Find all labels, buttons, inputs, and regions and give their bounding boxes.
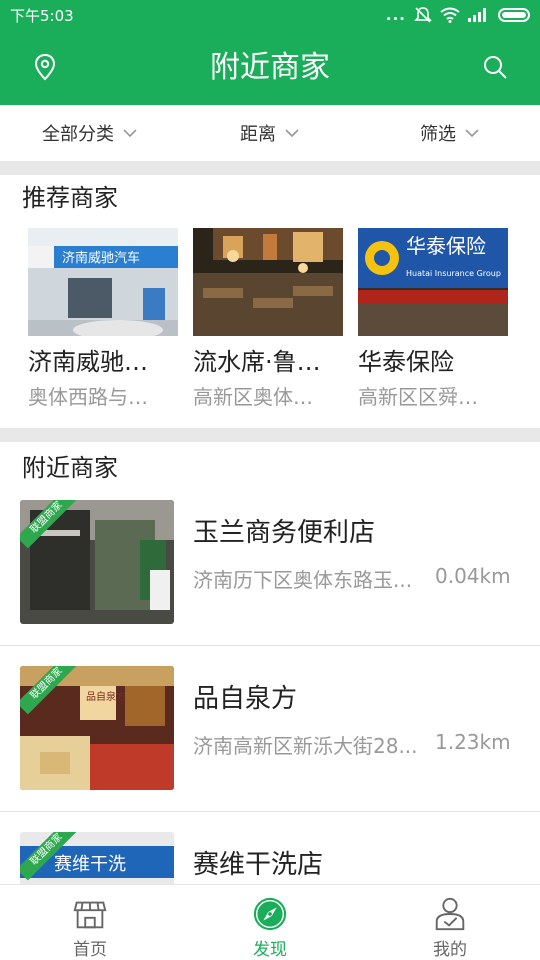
tab-label: 首页 [73, 940, 107, 960]
recommended-item[interactable]: 流水席·鲁… 高新区奥体… [193, 228, 343, 410]
merchant-photo: 华泰保险 Huatai Insurance Group [358, 228, 508, 336]
tab-bar: 首页 发现 我的 [0, 884, 540, 960]
recommended-item[interactable]: 华泰保险 Huatai Insurance Group 华泰保险 高新区区舜… [358, 228, 508, 410]
tab-label: 发现 [253, 940, 287, 960]
mute-icon [414, 7, 432, 23]
wifi-icon [440, 7, 460, 23]
chevron-down-icon [123, 129, 137, 138]
store-icon [73, 901, 107, 929]
merchant-distance: 1.23km [435, 730, 511, 754]
photo-sign-text: 济南威驰汽车 [62, 250, 140, 266]
list-item[interactable]: 品自泉方 联盟商家 品自泉方 济南高新区新泺大街28... 1.23km [0, 666, 540, 812]
status-bar: 下午5:03 ... [0, 0, 540, 30]
battery-icon [498, 8, 530, 22]
recommended-title: 推荐商家 [22, 184, 118, 212]
nearby-title: 附近商家 [22, 454, 118, 482]
profile-icon [435, 897, 465, 931]
merchant-address: 奥体西路与… [28, 385, 148, 409]
merchant-photo: 联盟商家 [20, 500, 174, 624]
list-item[interactable]: 赛维干洗 联盟商家 赛维干洗店 [0, 832, 540, 892]
photo-sign-text: 赛维干洗 [54, 854, 126, 875]
merchant-name: 华泰保险 [358, 348, 454, 376]
status-time: 下午5:03 [10, 6, 74, 25]
merchant-name: 赛维干洗店 [193, 850, 324, 880]
filter-bar: 全部分类 距离 筛选 [0, 105, 540, 161]
merchant-name: 济南威驰… [28, 348, 148, 376]
status-dots: ... [385, 6, 406, 24]
filter-label: 全部分类 [42, 124, 114, 145]
page-title: 附近商家 [210, 50, 330, 85]
merchant-photo: 赛维干洗 联盟商家 [20, 832, 174, 888]
merchant-name: 流水席·鲁… [193, 348, 321, 376]
tab-label: 我的 [433, 940, 467, 960]
status-icons: ... [386, 6, 530, 24]
filter-label: 筛选 [420, 124, 456, 145]
compass-icon [253, 897, 287, 931]
tab-profile[interactable]: 我的 [360, 885, 540, 960]
merchant-photo [193, 228, 343, 336]
merchant-address: 济南高新区新泺大街28... [193, 734, 418, 758]
merchant-address: 高新区奥体… [193, 385, 313, 409]
merchant-address: 高新区区舜… [358, 385, 478, 409]
tab-discover[interactable]: 发现 [180, 885, 360, 960]
merchant-photo: 品自泉方 联盟商家 [20, 666, 174, 790]
chevron-down-icon [285, 129, 299, 138]
merchant-name: 品自泉方 [193, 684, 298, 714]
section-divider [0, 428, 540, 442]
merchant-photo: 济南威驰汽车 [28, 228, 178, 336]
tab-home[interactable]: 首页 [0, 885, 180, 960]
merchant-distance: 0.04km [435, 564, 511, 588]
filter-category[interactable]: 全部分类 [0, 105, 180, 161]
merchant-address: 济南历下区奥体东路玉... [193, 568, 413, 592]
photo-sign-text: 华泰保险 [406, 234, 486, 258]
recommended-item[interactable]: 济南威驰汽车 济南威驰… 奥体西路与… [28, 228, 178, 410]
filter-screen[interactable]: 筛选 [360, 105, 540, 161]
chevron-down-icon [465, 129, 479, 138]
filter-label: 距离 [240, 124, 276, 145]
list-item[interactable]: 联盟商家 玉兰商务便利店 济南历下区奥体东路玉... 0.04km [0, 500, 540, 646]
photo-sign-subtext: Huatai Insurance Group [406, 269, 501, 278]
photo-sign-text: 品自泉方 [86, 690, 126, 703]
signal-icon [468, 8, 486, 22]
search-icon[interactable] [480, 52, 510, 82]
app-bar: 附近商家 [0, 30, 540, 105]
section-divider [0, 161, 540, 175]
filter-distance[interactable]: 距离 [180, 105, 360, 161]
merchant-name: 玉兰商务便利店 [193, 518, 376, 548]
